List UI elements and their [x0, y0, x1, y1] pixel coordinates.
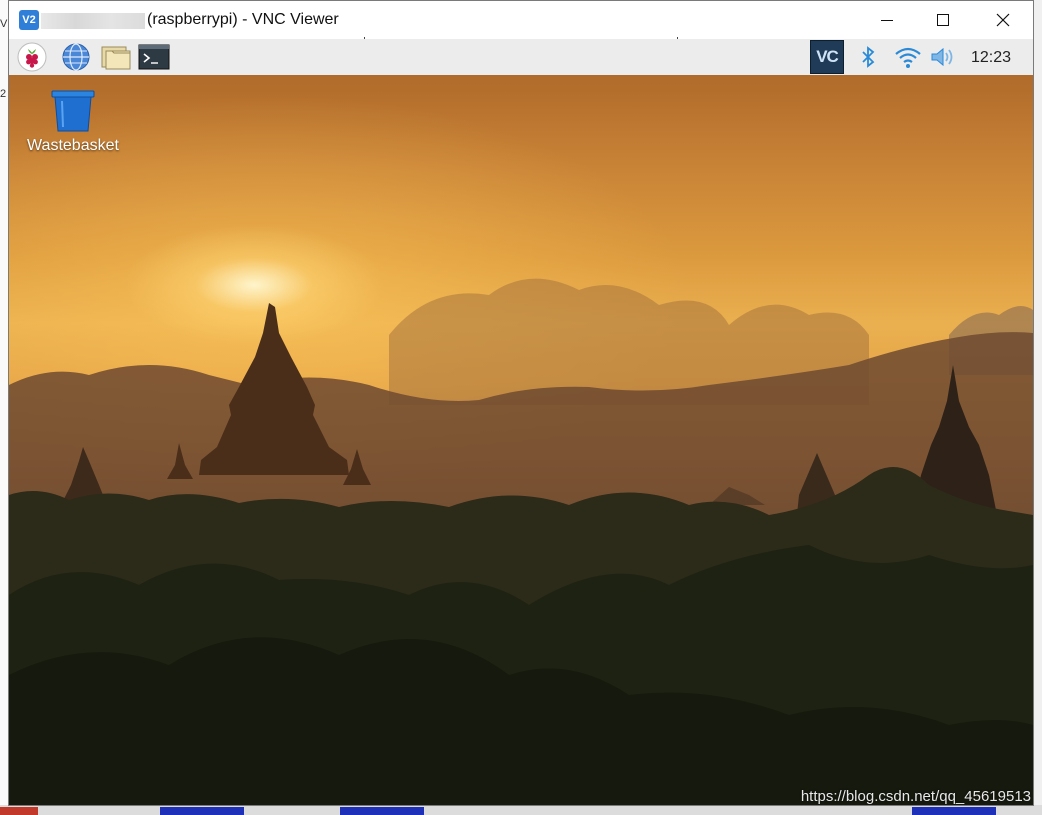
bluetooth-icon — [862, 46, 875, 68]
close-button[interactable] — [975, 1, 1031, 39]
host-taskbar-segment — [912, 807, 996, 815]
volume-icon — [931, 47, 953, 67]
title-bar[interactable]: V2 (raspberrypi) - VNC Viewer — [9, 1, 1033, 39]
window-title: (raspberrypi) - VNC Viewer — [147, 11, 339, 28]
maximize-button[interactable] — [915, 1, 971, 39]
terminal-launcher[interactable] — [137, 42, 171, 72]
wifi-tray[interactable] — [893, 41, 923, 73]
host-taskbar-segment — [340, 807, 424, 815]
raspberry-menu-button[interactable] — [15, 42, 49, 72]
wallpaper — [9, 278, 1033, 805]
file-manager-launcher[interactable] — [99, 42, 133, 72]
terminal-icon — [138, 44, 170, 70]
clock[interactable]: 12:23 — [971, 49, 1011, 67]
file-manager-icon — [101, 46, 131, 70]
redacted-title-segment — [41, 13, 145, 29]
wastebasket-label: Wastebasket — [27, 137, 119, 154]
host-taskbar-segment — [0, 807, 38, 815]
wastebasket-icon — [51, 90, 95, 132]
pi-taskbar: VC 12:23 — [9, 39, 1033, 75]
desktop[interactable]: Wastebasket https://blog.csdn.net/qq_456… — [9, 75, 1033, 805]
close-icon — [996, 13, 1010, 27]
vnc-server-tray[interactable]: VC — [809, 40, 845, 74]
wifi-icon — [895, 47, 921, 68]
host-taskbar-segment — [160, 807, 244, 815]
wastebasket-desktop-item[interactable]: Wastebasket — [23, 89, 123, 155]
vnc-viewer-window: V2 (raspberrypi) - VNC Viewer VC 12:23 W… — [8, 0, 1034, 806]
maximize-icon — [937, 14, 949, 26]
minimize-button[interactable] — [859, 1, 915, 39]
raspberry-icon — [17, 42, 47, 72]
minimize-icon — [881, 20, 893, 21]
vnc-tray-icon: VC — [810, 40, 844, 74]
vnc-app-icon[interactable]: V2 — [19, 10, 39, 30]
volume-tray[interactable] — [929, 41, 959, 73]
web-browser-icon — [62, 43, 90, 71]
bluetooth-tray[interactable] — [857, 41, 879, 73]
web-browser-launcher[interactable] — [59, 42, 93, 72]
host-taskbar-strip — [0, 805, 1042, 815]
watermark-text: https://blog.csdn.net/qq_45619513 — [800, 788, 1031, 805]
